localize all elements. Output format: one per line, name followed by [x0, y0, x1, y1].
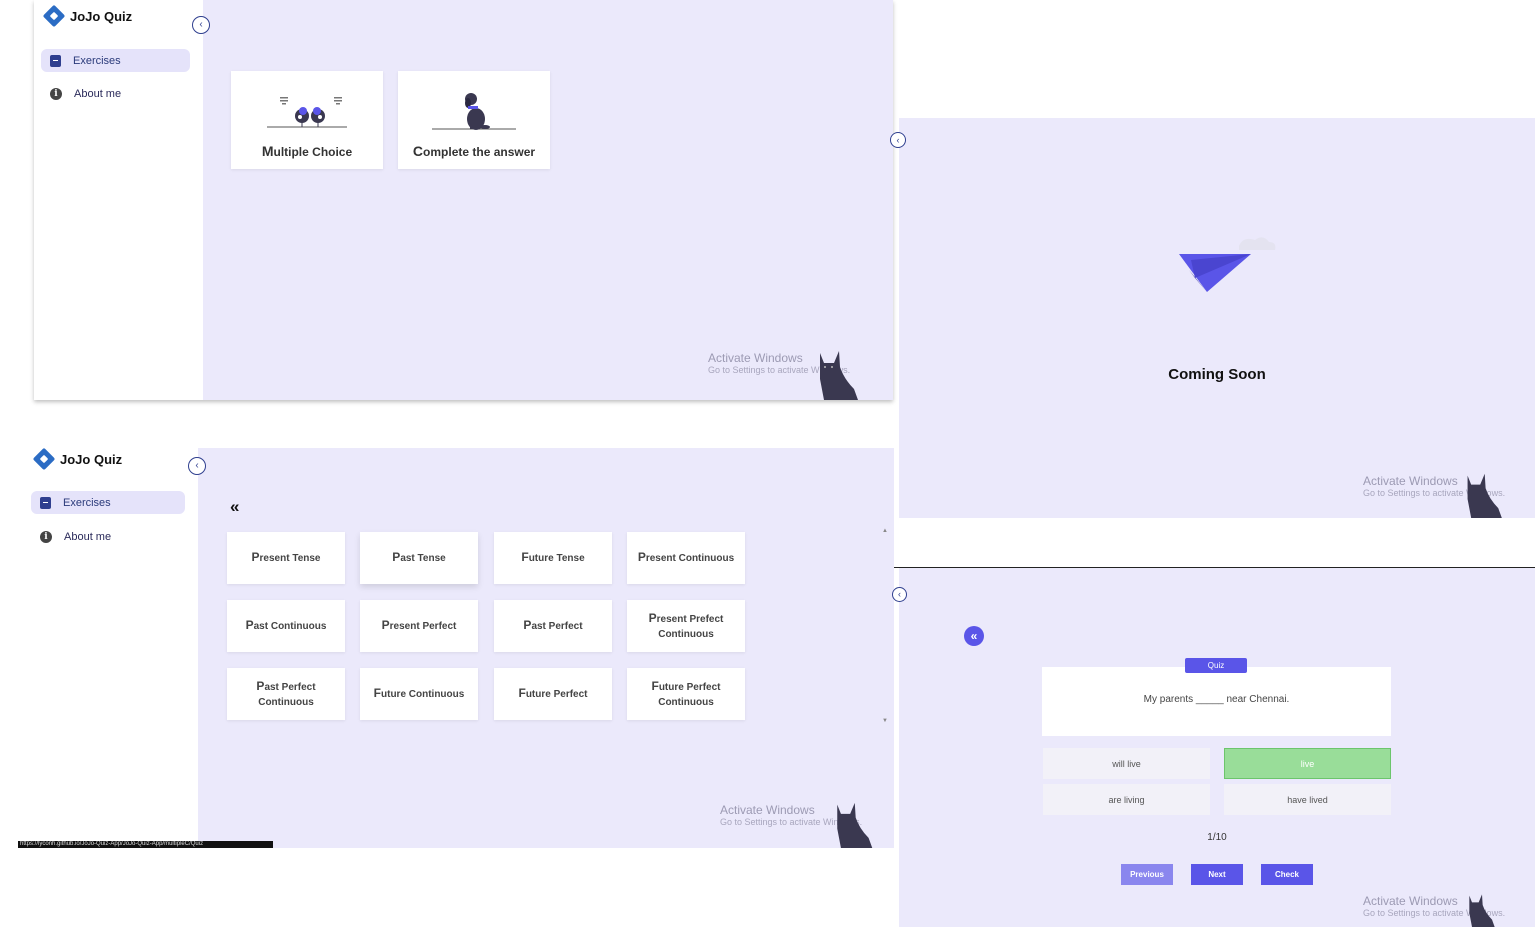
sidebar-item-label: About me	[64, 530, 112, 543]
tense-card-present-continuous[interactable]: Present Continuous	[627, 532, 745, 584]
paper-plane-illustration	[1179, 237, 1276, 292]
chevron-left-icon: ‹	[195, 460, 199, 471]
book-icon	[40, 496, 51, 509]
back-button[interactable]: «	[964, 626, 984, 646]
collapse-sidebar-button[interactable]: ‹	[192, 16, 210, 34]
scrollbar[interactable]: ▲ ▼	[880, 528, 889, 724]
sidebar-item-about[interactable]: i About me	[41, 82, 190, 105]
sidebar-item-exercises[interactable]: Exercises	[41, 49, 190, 72]
complete-answer-card[interactable]: Complete the answer	[398, 71, 550, 169]
previous-button[interactable]: Previous	[1121, 864, 1173, 885]
chevron-left-icon: ‹	[896, 134, 900, 145]
option-have-lived[interactable]: have lived	[1224, 784, 1391, 815]
coming-soon-label: Coming Soon	[1168, 366, 1266, 383]
double-chevron-left-icon: «	[230, 497, 240, 516]
panel-exercises-home: JoJo Quiz ‹ Exercises i About me Multipl…	[34, 0, 893, 400]
scroll-down-arrow[interactable]: ▼	[882, 718, 888, 724]
cat-icon	[1469, 894, 1495, 927]
card-label: Multiple Choice	[261, 143, 353, 159]
info-icon: i	[40, 530, 52, 543]
cat-icon	[837, 802, 873, 848]
cat-icon	[1467, 473, 1502, 518]
panel-tenses: JoJo Quiz ‹ Exercises i About me « Prese…	[18, 447, 894, 848]
tense-card-past-continuous[interactable]: Past Continuous	[227, 600, 345, 652]
option-will-live[interactable]: will live	[1043, 748, 1210, 779]
status-url-bar: https://lyconh.github.io/JoJo-Quiz-App/J…	[18, 841, 273, 848]
tense-card-future-perfect-continuous[interactable]: Future Perfect Continuous	[627, 668, 745, 720]
dog-illustration	[432, 93, 516, 130]
logo-icon	[32, 447, 56, 471]
info-icon: i	[50, 87, 62, 100]
card-label: Complete the answer	[412, 143, 536, 159]
sidebar-item-about[interactable]: i About me	[31, 525, 185, 548]
chevron-left-icon: ‹	[199, 19, 203, 30]
sidebar-item-label: Exercises	[63, 496, 111, 509]
logo-icon	[42, 4, 66, 28]
birds-illustration	[267, 97, 347, 128]
sidebar-item-label: Exercises	[73, 54, 121, 67]
collapse-sidebar-button[interactable]: ‹	[188, 457, 206, 475]
double-chevron-left-icon: «	[970, 629, 978, 643]
next-button[interactable]: Next	[1191, 864, 1243, 885]
progress-counter: 1/10	[1207, 832, 1227, 843]
app-title: JoJo Quiz	[60, 451, 123, 467]
tense-card-future-tense[interactable]: Future Tense	[494, 532, 612, 584]
tense-card-future-continuous[interactable]: Future Continuous	[360, 668, 478, 720]
tense-card-future-perfect[interactable]: Future Perfect	[494, 668, 612, 720]
multiple-choice-card[interactable]: Multiple Choice	[231, 71, 383, 169]
cat-icon	[820, 351, 858, 400]
app-title: JoJo Quiz	[70, 8, 133, 24]
back-button[interactable]: «	[230, 497, 239, 517]
tense-grid: Present Tense Past Tense Future Tense Pr…	[227, 532, 747, 720]
tense-card-present-perfect-continuous[interactable]: Present Prefect Continuous	[627, 600, 745, 652]
tense-card-past-tense[interactable]: Past Tense	[360, 532, 478, 584]
chevron-left-icon: ‹	[898, 589, 901, 599]
tense-card-past-perfect-continuous[interactable]: Past Perfect Continuous	[227, 668, 345, 720]
brand[interactable]: JoJo Quiz	[32, 447, 123, 471]
sidebar-item-exercises[interactable]: Exercises	[31, 491, 185, 514]
option-live[interactable]: live	[1224, 748, 1391, 779]
tense-card-present-tense[interactable]: Present Tense	[227, 532, 345, 584]
panel-coming-soon: ‹ Coming Soon Activate Windows Go to Set…	[890, 118, 1535, 518]
scroll-up-arrow[interactable]: ▲	[882, 528, 888, 534]
collapse-sidebar-button[interactable]: ‹	[890, 132, 906, 148]
sidebar-item-label: About me	[74, 87, 122, 100]
question-card: Quiz My parents _____ near Chennai.	[1042, 658, 1391, 736]
option-are-living[interactable]: are living	[1043, 784, 1210, 815]
quiz-badge: Quiz	[1185, 658, 1247, 673]
brand[interactable]: JoJo Quiz	[42, 4, 133, 28]
tense-card-past-perfect[interactable]: Past Perfect	[494, 600, 612, 652]
panel-quiz: ‹ « Quiz My parents _____ near Chennai. …	[892, 568, 1535, 927]
tense-card-present-perfect[interactable]: Present Perfect	[360, 600, 478, 652]
main-content	[203, 0, 893, 400]
question-text: My parents _____ near Chennai.	[1143, 694, 1290, 705]
book-icon	[50, 54, 61, 67]
collapse-sidebar-button[interactable]: ‹	[892, 587, 907, 602]
check-button[interactable]: Check	[1261, 864, 1313, 885]
